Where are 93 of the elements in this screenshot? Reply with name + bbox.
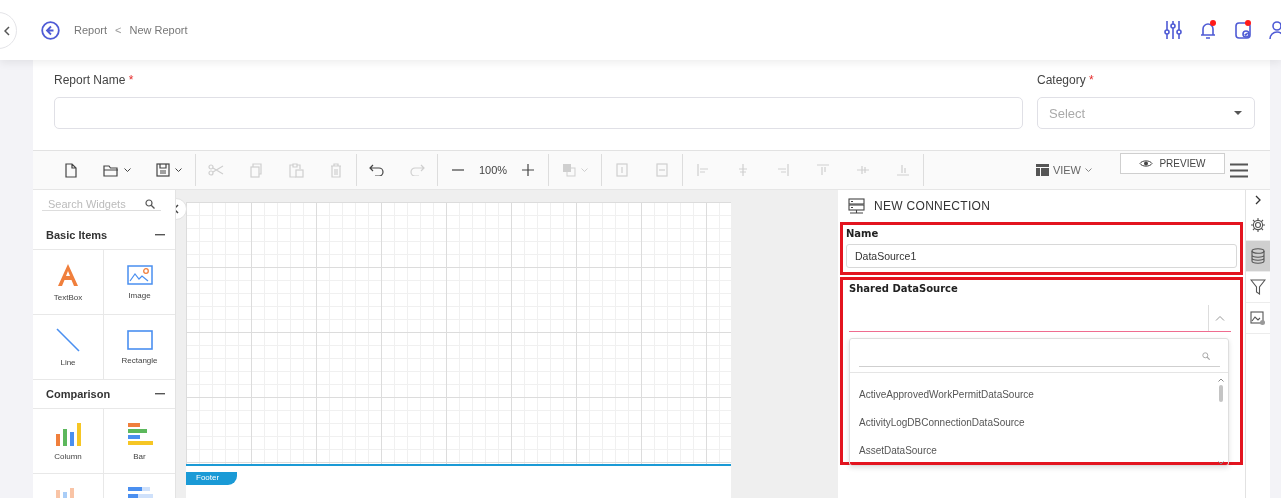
widget-label: Rectangle (121, 355, 158, 365)
eye-icon (1139, 158, 1154, 168)
search-icon (145, 199, 155, 209)
diagonal-line-icon (56, 327, 80, 352)
chevron-right-icon (1255, 195, 1261, 205)
image-icon (126, 264, 153, 285)
caret-icon (175, 167, 182, 173)
widget-label: Column (54, 451, 82, 461)
breadcrumb-separator: < (115, 24, 122, 36)
widget-item[interactable]: Line (33, 315, 104, 380)
image-settings-icon (1250, 310, 1266, 326)
dropdown-option[interactable]: AssetDataSource (850, 437, 1214, 465)
panel-title: NEW CONNECTION (874, 199, 991, 213)
bring-forward-icon (562, 163, 576, 177)
required-mark: * (128, 73, 134, 87)
copy-icon (250, 162, 262, 178)
align-middle-icon (857, 164, 869, 176)
bar-chart-icon (126, 421, 153, 446)
breadcrumb-link[interactable]: Report (74, 24, 108, 36)
widget-item[interactable]: Image (104, 250, 175, 315)
letter-a-icon (56, 262, 80, 287)
layout-icon (1035, 164, 1049, 176)
align-top-icon (817, 164, 829, 176)
widget-item[interactable]: Column (33, 409, 104, 474)
field-label: Name (846, 228, 880, 239)
minus-icon (155, 234, 165, 236)
menu-button[interactable] (1230, 162, 1248, 178)
filter-icon (1250, 279, 1266, 295)
menu-icon (1230, 162, 1248, 178)
sliders-icon (1164, 20, 1182, 40)
widget-item[interactable]: TextBox (33, 250, 104, 315)
zoom-level: 100% (478, 164, 508, 176)
caret-icon (1085, 167, 1092, 173)
calendar-button[interactable] (1232, 20, 1252, 40)
database-icon (1251, 248, 1265, 264)
scroll-up-icon[interactable] (1218, 378, 1224, 382)
widget-item[interactable]: Rectangle (104, 315, 175, 380)
search-field[interactable]: Search Widgets (42, 198, 161, 211)
scroll-down-icon[interactable] (1218, 461, 1224, 465)
widget-label: Line (60, 357, 76, 367)
name-field[interactable]: DataSource1 (846, 244, 1237, 268)
breadcrumb-link[interactable]: New Report (129, 24, 188, 36)
dropdown-arrow-icon (1234, 111, 1242, 115)
align-right-icon (777, 164, 789, 176)
plus-icon (522, 164, 534, 176)
rectangle-icon (126, 329, 153, 350)
undo-icon (369, 164, 385, 176)
view-button[interactable]: VIEW (1035, 164, 1092, 176)
insert-row-icon (616, 163, 628, 177)
new-file-icon (65, 162, 77, 178)
field-label: Category (1037, 73, 1086, 87)
stacked-bar-icon (126, 486, 153, 498)
user-icon (1269, 20, 1281, 40)
caret-icon (581, 167, 588, 173)
align-left-icon (697, 164, 709, 176)
redo-icon (409, 164, 425, 176)
save-icon (156, 163, 170, 177)
trash-icon (330, 162, 342, 178)
widget-label: Bar (133, 451, 146, 461)
sliders-button[interactable] (1162, 20, 1182, 40)
search-icon (1202, 351, 1210, 360)
scissors-icon (208, 164, 224, 176)
folder-icon (103, 163, 119, 177)
side-tab[interactable] (1246, 241, 1270, 272)
dropdown-option[interactable]: ActivityLogDBConnectionDataSource (850, 409, 1214, 437)
widget-item[interactable]: Bar (104, 409, 175, 474)
bell-icon (1199, 20, 1217, 40)
remove-row-icon (656, 163, 668, 177)
user-button[interactable] (1267, 20, 1281, 40)
required-mark: * (1089, 73, 1094, 87)
calendar-icon (1234, 20, 1252, 40)
section-title: Basic Items (46, 229, 108, 241)
notification-dot (1210, 20, 1216, 26)
chevron-left-icon (4, 25, 10, 36)
server-icon (848, 198, 865, 214)
field-label: Shared DataSource (849, 283, 959, 294)
widget-label: Image (128, 290, 151, 300)
back-button[interactable] (41, 20, 60, 40)
minus-icon (155, 393, 165, 395)
preview-button[interactable]: PREVIEW (1120, 152, 1225, 174)
chevron-up-icon (1215, 315, 1225, 321)
align-bottom-icon (897, 164, 909, 176)
widget-label: TextBox (53, 292, 83, 302)
column-chart-icon (55, 421, 81, 446)
align-center-icon (737, 164, 749, 176)
paste-icon (288, 162, 304, 178)
field-label: Report Name (54, 73, 126, 87)
report-name-field[interactable] (54, 97, 1023, 129)
section-title: Comparison (46, 388, 111, 400)
notification-dot (1245, 20, 1251, 26)
settings-icon (1250, 217, 1266, 233)
dropdown-option[interactable]: ActiveApprovedWorkPermitDataSource (850, 381, 1214, 409)
caret-icon (124, 167, 131, 173)
